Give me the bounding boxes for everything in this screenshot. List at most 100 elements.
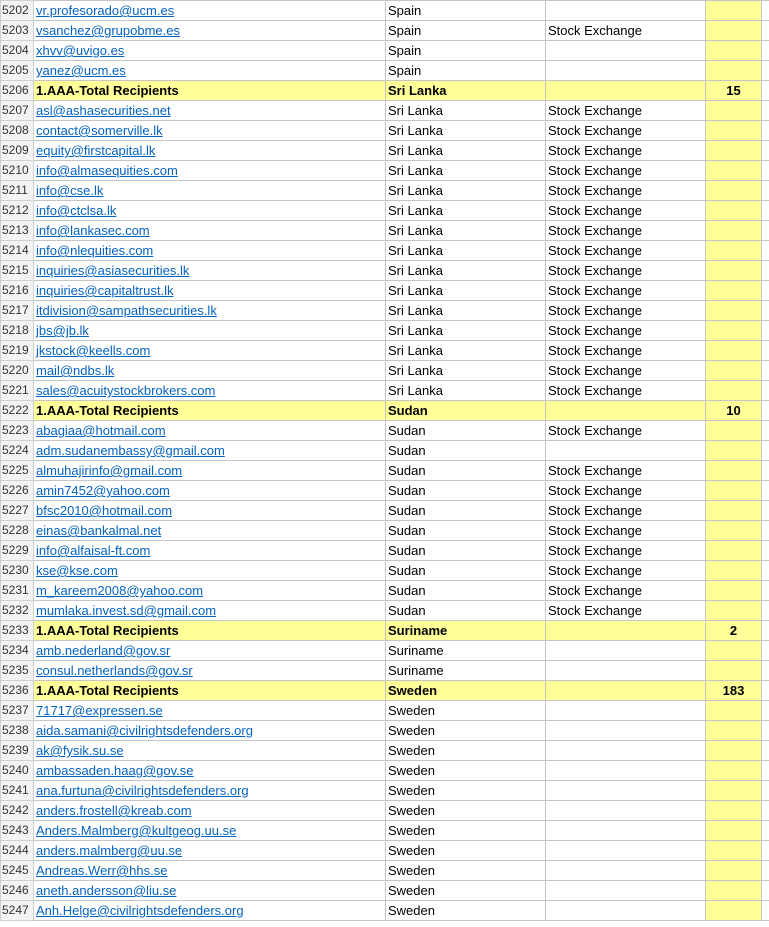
edge-cell[interactable] xyxy=(761,360,769,381)
email-cell[interactable]: info@nlequities.com xyxy=(33,240,386,261)
type-cell[interactable]: Stock Exchange xyxy=(545,320,706,341)
row-header[interactable]: 5233 xyxy=(0,620,34,641)
count-cell[interactable] xyxy=(705,300,762,321)
country-cell[interactable]: Sweden xyxy=(385,760,546,781)
email-cell[interactable]: ak@fysik.su.se xyxy=(33,740,386,761)
table-row[interactable]: 5243 Anders.Malmberg@kultgeog.uu.se Sweden xyxy=(0,820,769,841)
type-cell[interactable]: Stock Exchange xyxy=(545,20,706,41)
email-link[interactable]: amin7452@yahoo.com xyxy=(36,483,170,498)
email-link[interactable]: anders.malmberg@uu.se xyxy=(36,843,182,858)
type-cell[interactable]: Stock Exchange xyxy=(545,600,706,621)
total-row[interactable]: 5236 1.AAA-Total Recipients Sweden 183 xyxy=(0,680,769,701)
country-cell[interactable]: Sudan xyxy=(385,400,546,421)
email-link[interactable]: aneth.andersson@liu.se xyxy=(36,883,176,898)
row-header[interactable]: 5223 xyxy=(0,420,34,441)
type-cell[interactable] xyxy=(545,80,706,101)
table-row[interactable]: 5209 equity@firstcapital.lk Sri Lanka Stock… xyxy=(0,140,769,161)
edge-cell[interactable] xyxy=(761,20,769,41)
table-row[interactable]: 5204 xhvv@uvigo.es Spain xyxy=(0,40,769,61)
email-link[interactable]: yanez@ucm.es xyxy=(36,63,126,78)
table-row[interactable]: 5213 info@lankasec.com Sri Lanka Stock Exch… xyxy=(0,220,769,241)
type-cell[interactable]: Stock Exchange xyxy=(545,500,706,521)
table-row[interactable]: 5217 itdivision@sampathsecurities.lk Sri L… xyxy=(0,300,769,321)
edge-cell[interactable] xyxy=(761,140,769,161)
row-header[interactable]: 5222 xyxy=(0,400,34,421)
row-header[interactable]: 5208 xyxy=(0,120,34,141)
email-link[interactable]: jbs@jb.lk xyxy=(36,323,89,338)
row-header[interactable]: 5205 xyxy=(0,60,34,81)
email-link[interactable]: vr.profesorado@ucm.es xyxy=(36,3,174,18)
type-cell[interactable]: Stock Exchange xyxy=(545,180,706,201)
count-cell[interactable] xyxy=(705,520,762,541)
count-cell[interactable] xyxy=(705,380,762,401)
count-cell[interactable] xyxy=(705,800,762,821)
email-cell[interactable]: amin7452@yahoo.com xyxy=(33,480,386,501)
country-cell[interactable]: Sri Lanka xyxy=(385,120,546,141)
type-cell[interactable]: Stock Exchange xyxy=(545,200,706,221)
edge-cell[interactable] xyxy=(761,220,769,241)
country-cell[interactable]: Sudan xyxy=(385,500,546,521)
count-cell[interactable] xyxy=(705,20,762,41)
country-cell[interactable]: Sudan xyxy=(385,440,546,461)
count-cell[interactable] xyxy=(705,880,762,901)
edge-cell[interactable] xyxy=(761,40,769,61)
table-row[interactable]: 5244 anders.malmberg@uu.se Sweden xyxy=(0,840,769,861)
count-cell[interactable] xyxy=(705,340,762,361)
table-row[interactable]: 5239 ak@fysik.su.se Sweden xyxy=(0,740,769,761)
edge-cell[interactable] xyxy=(761,260,769,281)
email-cell[interactable]: einas@bankalmal.net xyxy=(33,520,386,541)
total-row[interactable]: 5206 1.AAA-Total Recipients Sri Lanka 15 xyxy=(0,80,769,101)
country-cell[interactable]: Sri Lanka xyxy=(385,160,546,181)
row-header[interactable]: 5231 xyxy=(0,580,34,601)
edge-cell[interactable] xyxy=(761,600,769,621)
email-link[interactable]: kse@kse.com xyxy=(36,563,118,578)
count-cell[interactable] xyxy=(705,740,762,761)
row-header[interactable]: 5226 xyxy=(0,480,34,501)
email-link[interactable]: contact@somerville.lk xyxy=(36,123,163,138)
email-link[interactable]: asl@ashasecurities.net xyxy=(36,103,171,118)
row-header[interactable]: 5213 xyxy=(0,220,34,241)
count-cell[interactable] xyxy=(705,460,762,481)
edge-cell[interactable] xyxy=(761,540,769,561)
email-link[interactable]: vsanchez@grupobme.es xyxy=(36,23,180,38)
table-row[interactable]: 5238 aida.samani@civilrightsdefenders.org… xyxy=(0,720,769,741)
email-link[interactable]: bfsc2010@hotmail.com xyxy=(36,503,172,518)
type-cell[interactable]: Stock Exchange xyxy=(545,140,706,161)
type-cell[interactable] xyxy=(545,720,706,741)
total-count-cell[interactable]: 10 xyxy=(705,400,762,421)
count-cell[interactable] xyxy=(705,900,762,921)
table-row[interactable]: 5221 sales@acuitystockbrokers.com Sri Lank… xyxy=(0,380,769,401)
email-link[interactable]: info@alfaisal-ft.com xyxy=(36,543,150,558)
table-row[interactable]: 5215 inquiries@asiasecurities.lk Sri Lanka… xyxy=(0,260,769,281)
country-cell[interactable]: Sudan xyxy=(385,580,546,601)
country-cell[interactable]: Sri Lanka xyxy=(385,80,546,101)
table-row[interactable]: 5219 jkstock@keells.com Sri Lanka Stock Exc… xyxy=(0,340,769,361)
type-cell[interactable]: Stock Exchange xyxy=(545,260,706,281)
row-header[interactable]: 5204 xyxy=(0,40,34,61)
row-header[interactable]: 5246 xyxy=(0,880,34,901)
email-cell[interactable]: jkstock@keells.com xyxy=(33,340,386,361)
email-cell[interactable]: aneth.andersson@liu.se xyxy=(33,880,386,901)
row-header[interactable]: 5214 xyxy=(0,240,34,261)
type-cell[interactable] xyxy=(545,620,706,641)
count-cell[interactable] xyxy=(705,440,762,461)
country-cell[interactable]: Sweden xyxy=(385,740,546,761)
edge-cell[interactable] xyxy=(761,0,769,21)
row-header[interactable]: 5221 xyxy=(0,380,34,401)
country-cell[interactable]: Sweden xyxy=(385,900,546,921)
email-link[interactable]: equity@firstcapital.lk xyxy=(36,143,155,158)
row-header[interactable]: 5238 xyxy=(0,720,34,741)
edge-cell[interactable] xyxy=(761,700,769,721)
edge-cell[interactable] xyxy=(761,100,769,121)
type-cell[interactable] xyxy=(545,740,706,761)
type-cell[interactable] xyxy=(545,680,706,701)
email-link[interactable]: ana.furtuna@civilrightsdefenders.org xyxy=(36,783,249,798)
count-cell[interactable] xyxy=(705,320,762,341)
email-cell[interactable]: abagiaa@hotmail.com xyxy=(33,420,386,441)
count-cell[interactable] xyxy=(705,700,762,721)
total-count-cell[interactable]: 15 xyxy=(705,80,762,101)
table-row[interactable]: 5240 ambassaden.haag@gov.se Sweden xyxy=(0,760,769,781)
table-row[interactable]: 5212 info@ctclsa.lk Sri Lanka Stock Exchang… xyxy=(0,200,769,221)
row-header[interactable]: 5211 xyxy=(0,180,34,201)
type-cell[interactable] xyxy=(545,900,706,921)
